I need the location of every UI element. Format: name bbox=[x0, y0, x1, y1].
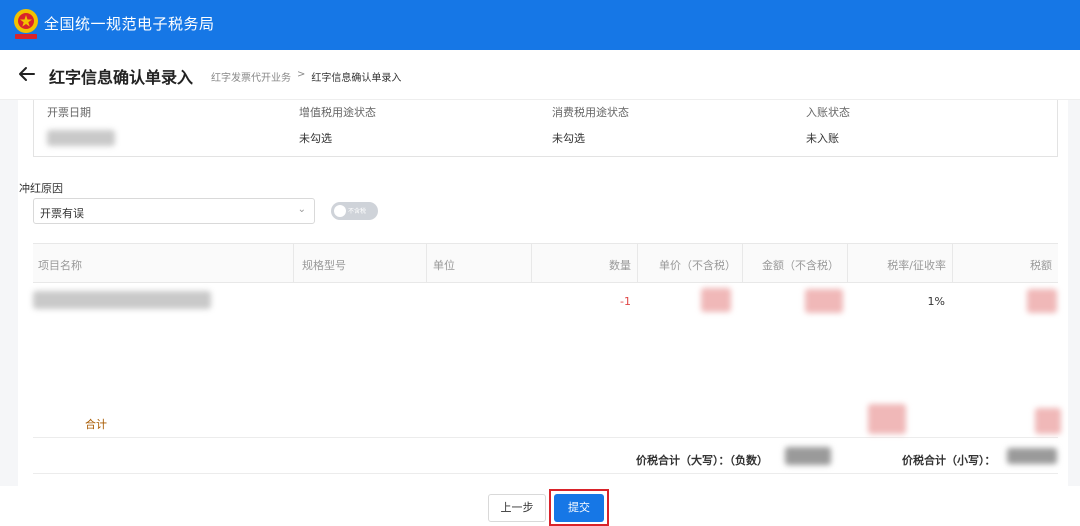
consumption-status-field: 消费税用途状态 未勾选 bbox=[552, 104, 629, 146]
chevron-down-icon: ⌄ bbox=[297, 204, 306, 215]
previous-step-button[interactable]: 上一步 bbox=[488, 494, 546, 522]
table-row: -1 1% bbox=[33, 283, 1058, 323]
redacted-value bbox=[33, 291, 211, 309]
reversal-reason-label: 冲红原因 bbox=[19, 182, 63, 195]
account-status-field: 入账状态 未入账 bbox=[806, 104, 850, 146]
vat-status-value: 未勾选 bbox=[299, 132, 332, 145]
amount-cell bbox=[805, 289, 843, 316]
page-header: 红字信息确认单录入 红字发票代开业务 > 红字信息确认单录入 bbox=[0, 50, 1080, 100]
issue-date-field: 开票日期 bbox=[47, 104, 115, 149]
national-emblem-icon bbox=[14, 9, 38, 39]
redacted-value bbox=[1027, 289, 1057, 313]
col-amount: 金额（不含税） bbox=[742, 244, 847, 283]
tax-exclusive-toggle[interactable]: 不含税 bbox=[331, 202, 378, 220]
reversal-reason-value: 开票有误 bbox=[40, 207, 84, 220]
form-panel: 开票日期 增值税用途状态 未勾选 消费税用途状态 未勾选 入账状态 未入账 冲红… bbox=[18, 100, 1068, 486]
breadcrumb: 红字发票代开业务 > 红字信息确认单录入 bbox=[211, 69, 401, 84]
tax-rate-cell: 1% bbox=[927, 295, 945, 308]
footer-actions: 上一步 提交 bbox=[0, 486, 1080, 526]
main-content: 开票日期 增值税用途状态 未勾选 消费税用途状态 未勾选 入账状态 未入账 冲红… bbox=[0, 100, 1080, 486]
table-header: 项目名称 规格型号 单位 数量 单价（不含税） 金额（不含税） 税率/征收率 税… bbox=[33, 243, 1058, 283]
quantity-cell: -1 bbox=[620, 295, 631, 308]
sum-label: 合计 bbox=[85, 418, 107, 431]
issue-date-label: 开票日期 bbox=[47, 106, 91, 119]
tax-amount-cell bbox=[1027, 289, 1057, 316]
top-bar: 全国统一规范电子税务局 bbox=[0, 0, 1080, 50]
total-row: 价税合计（大写）：（负数） 价税合计（小写）： bbox=[33, 438, 1058, 474]
col-item-name: 项目名称 bbox=[38, 259, 82, 272]
col-spec: 规格型号 bbox=[293, 244, 426, 283]
vat-status-field: 增值税用途状态 未勾选 bbox=[299, 104, 376, 146]
vat-status-label: 增值税用途状态 bbox=[299, 106, 376, 119]
toggle-label: 不含税 bbox=[348, 208, 367, 215]
app-title: 全国统一规范电子税务局 bbox=[44, 15, 215, 33]
col-tax-rate: 税率/征收率 bbox=[847, 244, 952, 283]
total-lower-label: 价税合计（小写）： bbox=[902, 454, 996, 467]
items-table: 项目名称 规格型号 单位 数量 单价（不含税） 金额（不含税） 税率/征收率 税… bbox=[33, 243, 1058, 323]
col-unit: 单位 bbox=[426, 244, 531, 283]
total-upper-label: 价税合计（大写）：（负数） bbox=[636, 454, 768, 467]
redacted-value bbox=[47, 130, 115, 146]
account-status-label: 入账状态 bbox=[806, 106, 850, 119]
back-button[interactable] bbox=[18, 62, 40, 86]
issue-date-value bbox=[47, 130, 115, 149]
sum-row: 合计 bbox=[33, 404, 1061, 438]
consumption-status-label: 消费税用途状态 bbox=[552, 106, 629, 119]
col-quantity: 数量 bbox=[531, 244, 637, 283]
unit-price-cell bbox=[701, 288, 731, 315]
breadcrumb-item-business[interactable]: 红字发票代开业务 bbox=[211, 69, 291, 84]
invoice-info-box: 开票日期 增值税用途状态 未勾选 消费税用途状态 未勾选 入账状态 未入账 bbox=[33, 100, 1058, 157]
redacted-value bbox=[868, 404, 906, 434]
reversal-reason-select[interactable]: 开票有误 ⌄ bbox=[33, 198, 315, 224]
breadcrumb-item-current: 红字信息确认单录入 bbox=[311, 73, 402, 84]
redacted-value bbox=[785, 447, 831, 465]
consumption-status-value: 未勾选 bbox=[552, 132, 585, 145]
account-status-value: 未入账 bbox=[806, 132, 839, 145]
redacted-value bbox=[701, 288, 731, 312]
col-tax-amount: 税额 bbox=[952, 244, 1058, 283]
breadcrumb-separator: > bbox=[297, 69, 306, 80]
redacted-value bbox=[1007, 448, 1057, 464]
toggle-knob bbox=[334, 205, 346, 217]
redacted-value bbox=[1035, 408, 1061, 434]
item-name-cell bbox=[33, 291, 211, 312]
redacted-value bbox=[805, 289, 843, 313]
arrow-left-icon bbox=[19, 67, 35, 81]
submit-button[interactable]: 提交 bbox=[554, 494, 604, 522]
page-title: 红字信息确认单录入 bbox=[49, 68, 194, 87]
col-unit-price: 单价（不含税） bbox=[637, 244, 742, 283]
